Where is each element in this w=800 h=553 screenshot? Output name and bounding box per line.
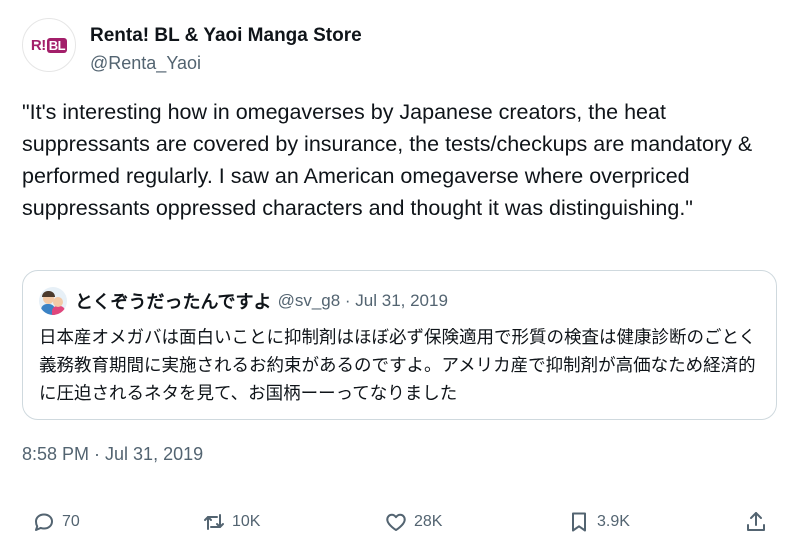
like-count: 28K [414, 513, 443, 530]
author-avatar[interactable]: R! BL [22, 18, 76, 72]
reply-count: 70 [62, 513, 80, 530]
share-button[interactable] [744, 506, 774, 538]
retweet-button[interactable]: 10K [202, 506, 260, 538]
author-name[interactable]: Renta! BL & Yaoi Manga Store [90, 25, 362, 47]
reply-icon [35, 513, 53, 531]
avatar-logo: R! BL [30, 36, 68, 54]
retweet-count: 10K [232, 513, 261, 530]
quoted-author-avatar [39, 287, 67, 315]
share-icon [747, 512, 765, 531]
reply-button[interactable]: 70 [32, 506, 80, 538]
quoted-author-meta: @sv_g8 · Jul 31, 2019 [277, 291, 448, 310]
retweet-icon [204, 514, 224, 530]
bookmark-icon [572, 512, 586, 532]
tweet-text: "It's interesting how in omegaverses by … [22, 100, 753, 220]
quoted-tweet-text: 日本産オメガバは面白いことに抑制剤はほぼ必ず保険適用で形質の検査は健康診断のごと… [39, 327, 756, 403]
heart-icon [386, 513, 406, 531]
quoted-tweet[interactable]: とくぞうだったんですよ @sv_g8 · Jul 31, 2019 日本産オメガ… [22, 270, 777, 420]
bookmark-count: 3.9K [597, 513, 630, 530]
author-handle[interactable]: @Renta_Yaoi [90, 53, 201, 74]
tweet-timestamp[interactable]: 8:58 PM · Jul 31, 2019 [22, 444, 203, 465]
quoted-tweet-header: とくぞうだったんですよ @sv_g8 · Jul 31, 2019 [39, 287, 448, 315]
action-bar: 70 10K 28K 3.9K [22, 506, 774, 538]
quoted-author-name: とくぞうだったんですよ [75, 292, 272, 312]
bookmark-button[interactable]: 3.9K [567, 506, 630, 538]
like-button[interactable]: 28K [384, 506, 442, 538]
